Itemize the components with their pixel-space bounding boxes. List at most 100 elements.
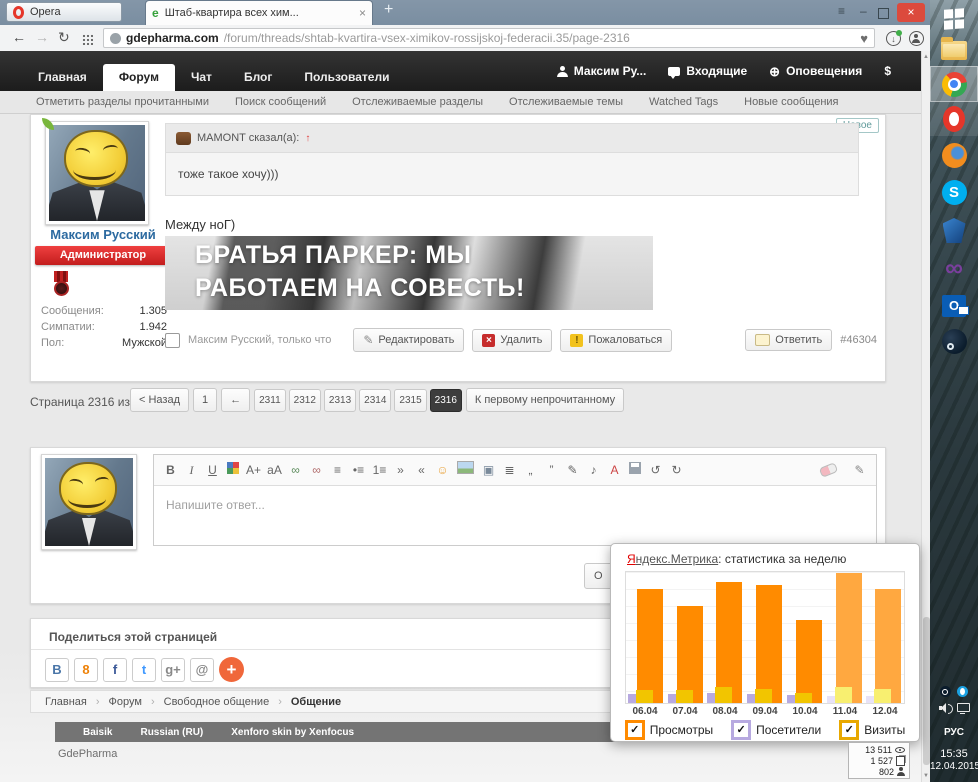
breadcrumb-item[interactable]: Форум — [109, 696, 142, 708]
reply-input[interactable]: Напишите ответ... — [154, 486, 876, 524]
undo-icon[interactable]: ↺ — [648, 463, 663, 477]
page-button[interactable]: 2313 — [324, 389, 356, 412]
mailru-share-button[interactable]: @ — [190, 658, 214, 682]
numbered-list-icon[interactable]: 1≡ — [372, 463, 387, 477]
subnav-link[interactable]: Поиск сообщений — [235, 96, 326, 108]
media-icon[interactable]: ▣ — [481, 463, 496, 477]
browser-menu-icon[interactable]: ≡ — [838, 4, 845, 18]
profile-icon[interactable] — [909, 31, 924, 46]
editor-avatar-card[interactable] — [41, 454, 137, 550]
prev-range-button[interactable]: ← — [221, 388, 250, 412]
text-color-icon[interactable] — [227, 462, 239, 474]
footer-link[interactable]: Baisik — [83, 727, 112, 738]
nav-tab-Форум[interactable]: Форум — [103, 64, 175, 91]
tab-close-icon[interactable]: × — [359, 6, 366, 20]
post-image[interactable]: БРАТЬЯ ПАРКЕР: МЫ РАБОТАЕМ НА СОВЕСТЬ! — [165, 236, 653, 310]
close-button[interactable]: × — [897, 3, 925, 22]
first-page-button[interactable]: 1 — [193, 388, 217, 412]
outdent-icon[interactable]: « — [414, 463, 429, 477]
insert-link-icon[interactable]: ∞ — [288, 463, 303, 477]
legend-checkbox[interactable]: ✓ — [731, 720, 751, 740]
post-number[interactable]: #46304 — [840, 334, 877, 346]
user-avatar[interactable] — [49, 125, 145, 221]
speed-dial-icon[interactable] — [82, 34, 93, 45]
report-button[interactable]: ! Пожаловаться — [560, 329, 672, 352]
underline-icon[interactable]: U — [205, 463, 220, 477]
page-button[interactable]: 2311 — [254, 389, 286, 412]
forward-icon[interactable]: → — [35, 29, 49, 45]
italic-icon[interactable]: I — [184, 463, 199, 478]
page-button[interactable]: 2315 — [394, 389, 426, 412]
font-family-icon[interactable]: aA — [267, 463, 282, 477]
post-avatar-card[interactable] — [45, 121, 149, 225]
subnav-link[interactable]: Новые сообщения — [744, 96, 838, 108]
network-icon[interactable] — [957, 703, 970, 713]
visit-counter[interactable]: 13 5111 527802 — [848, 742, 910, 779]
breadcrumb-item[interactable]: Общение — [291, 696, 341, 708]
browser-tab[interactable]: e Штаб-квартира всех хим... × — [145, 0, 373, 25]
scroll-down-icon[interactable]: ▼ — [922, 773, 930, 779]
page-button[interactable]: 2314 — [359, 389, 391, 412]
clock-date[interactable]: 12.04.2015 — [930, 761, 978, 772]
steam-tray-icon[interactable] — [940, 686, 951, 697]
delete-button[interactable]: × Удалить — [472, 329, 552, 352]
outlook-button[interactable]: O — [930, 289, 978, 322]
app-tray-icon[interactable] — [957, 686, 968, 697]
new-tab-button[interactable]: + — [384, 1, 393, 19]
nav-tab-Блог[interactable]: Блог — [228, 64, 288, 91]
file-explorer-button[interactable] — [930, 36, 978, 64]
maximize-button[interactable] — [878, 8, 889, 19]
indent-icon[interactable]: » — [393, 463, 408, 477]
legend-checkbox[interactable]: ✓ — [839, 720, 859, 740]
site-name[interactable]: GdePharma — [58, 748, 117, 760]
visual-studio-button[interactable]: ∞ — [930, 251, 978, 286]
footer-link[interactable]: Russian (RU) — [140, 727, 203, 738]
minimize-button[interactable]: – — [860, 4, 867, 18]
breadcrumb-item[interactable]: Главная — [45, 696, 87, 708]
post-username[interactable]: Максим Русский — [37, 227, 169, 242]
reply-button[interactable]: Ответить — [745, 329, 832, 351]
subnav-link[interactable]: Отметить разделы прочитанными — [36, 96, 209, 108]
edit-button[interactable]: ✎ Редактировать — [353, 328, 464, 352]
page-button[interactable]: 2312 — [289, 389, 321, 412]
unlink-icon[interactable]: ∞ — [309, 463, 324, 477]
downloads-icon[interactable]: ↓ — [886, 31, 901, 46]
twitter-share-button[interactable]: t — [132, 658, 156, 682]
back-page-button[interactable]: < Назад — [130, 388, 189, 412]
site-security-icon[interactable] — [110, 33, 121, 44]
smilies-icon[interactable]: ☺ — [435, 463, 450, 477]
reply-editor[interactable]: BIUA+aA∞∞≡•≡1≡»«☺▣≣„”✎♪A↺↻ ✎ Напишите от… — [153, 454, 877, 546]
save-draft-icon[interactable] — [629, 462, 641, 474]
eraser-icon[interactable] — [819, 462, 839, 478]
volume-icon[interactable] — [939, 703, 951, 713]
language-indicator[interactable]: РУС — [930, 727, 978, 738]
select-post-checkbox[interactable] — [165, 333, 180, 348]
user-menu-item[interactable]: Максим Ру... — [557, 64, 647, 78]
user-menu-item[interactable]: ⊕Оповещения — [769, 64, 862, 78]
footer-link[interactable]: Xenforo skin by Xenfocus — [231, 727, 354, 738]
remove-format-icon[interactable]: A — [607, 463, 622, 477]
reload-icon[interactable]: ↻ — [58, 29, 70, 46]
browser-scrollbar[interactable]: ▲ ▼ — [921, 51, 930, 782]
quote-icon[interactable]: „ — [523, 463, 538, 477]
user-menu-item[interactable]: $ — [884, 64, 891, 78]
opera-menu-button[interactable]: Opera — [6, 2, 122, 22]
bullet-list-icon[interactable]: •≡ — [351, 463, 366, 477]
image-icon[interactable] — [457, 461, 474, 474]
redo-icon[interactable]: ↻ — [669, 463, 684, 477]
alignment-icon[interactable]: ≡ — [330, 463, 345, 477]
legend-checkbox[interactable]: ✓ — [625, 720, 645, 740]
post-byline[interactable]: Максим Русский, только что — [188, 334, 331, 346]
font-size-icon[interactable]: A+ — [246, 463, 261, 477]
chrome-button[interactable] — [930, 66, 978, 102]
subnav-link[interactable]: Отслеживаемые темы — [509, 96, 623, 108]
skype-button[interactable]: S — [930, 175, 978, 209]
odnoklassniki-share-button[interactable]: 8 — [74, 658, 98, 682]
spoiler-icon[interactable]: ” — [544, 463, 559, 477]
list-icon[interactable]: ≣ — [502, 463, 517, 477]
steam-button[interactable] — [930, 324, 978, 358]
scrollbar-thumb[interactable] — [923, 617, 930, 765]
opera-button[interactable] — [930, 102, 978, 136]
firefox-button[interactable] — [930, 138, 978, 172]
subnav-link[interactable]: Watched Tags — [649, 96, 718, 108]
